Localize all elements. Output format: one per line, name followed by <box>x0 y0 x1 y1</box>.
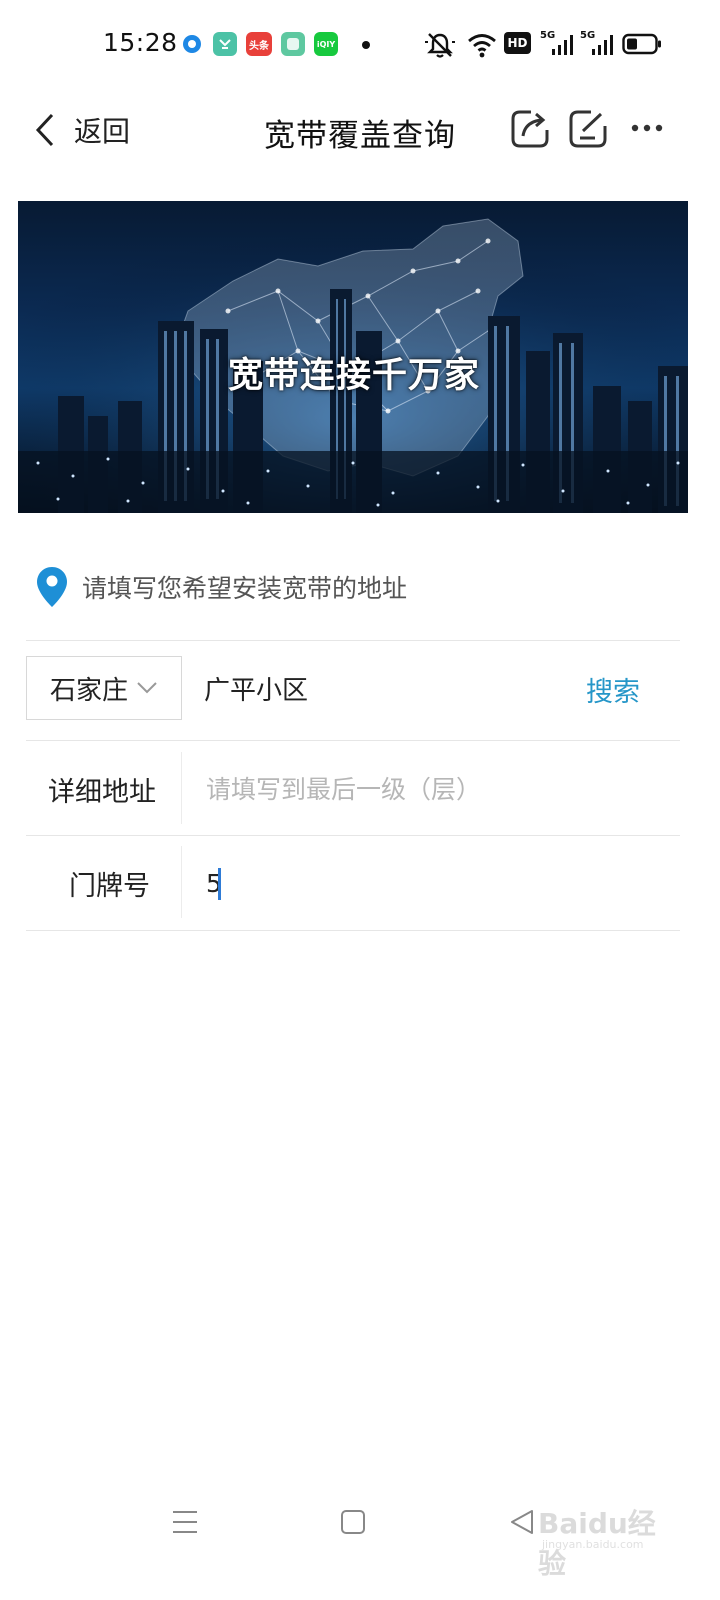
baidu-jingyan-watermark: Baidu经验 jingyan.baidu.com <box>538 1492 678 1580</box>
divider <box>26 835 680 836</box>
detail-address-label: 详细地址 <box>48 777 156 808</box>
city-label: 石家庄 <box>49 675 128 706</box>
more-icon[interactable] <box>626 106 670 150</box>
door-number-label: 门牌号 <box>69 871 150 902</box>
banner-caption: 宽带连接千万家 <box>228 356 481 396</box>
divider <box>26 740 680 741</box>
hd-icon: HD <box>504 32 531 54</box>
back-triangle-icon[interactable] <box>508 1508 536 1536</box>
home-icon[interactable] <box>339 1508 367 1536</box>
detail-address-input[interactable] <box>206 766 666 812</box>
divider <box>26 640 680 641</box>
watermark-url: jingyan.baidu.com <box>542 1538 644 1551</box>
field-separator <box>181 752 182 824</box>
mute-icon <box>425 33 455 58</box>
banner-image: 宽带连接千万家 <box>18 201 688 513</box>
edit-icon[interactable] <box>567 106 611 150</box>
field-separator <box>181 846 182 918</box>
address-hint: 请填写您希望安装宽带的地址 <box>36 565 407 609</box>
5g-signal-icon-2: 5G <box>580 30 614 58</box>
app-icon <box>281 32 305 56</box>
browser-icon <box>180 32 204 56</box>
text-cursor <box>218 868 221 900</box>
menu-icon[interactable] <box>170 1508 200 1536</box>
search-button[interactable]: 搜索 <box>586 670 640 709</box>
door-number-input[interactable] <box>206 860 666 906</box>
divider <box>26 930 680 931</box>
toutiao-icon: 头条 <box>246 32 272 56</box>
status-bar: 15:28 头条 iQIY HD 5G 5G <box>0 0 720 90</box>
status-time: 15:28 <box>103 28 178 57</box>
nav-bar: 返回 宽带覆盖查询 <box>0 90 720 170</box>
address-hint-text: 请填写您希望安装宽带的地址 <box>82 574 408 603</box>
wifi-icon <box>468 34 496 58</box>
5g-signal-icon: 5G <box>540 30 574 58</box>
location-pin-icon <box>37 567 67 607</box>
city-select[interactable]: 石家庄 <box>26 656 182 720</box>
chevron-down-icon <box>137 682 157 694</box>
more-notifications-dot <box>362 41 370 49</box>
page-title: 宽带覆盖查询 <box>264 118 456 154</box>
taobao-icon <box>213 32 237 56</box>
iqiyi-icon: iQIY <box>314 32 338 56</box>
community-search-input[interactable] <box>204 664 564 712</box>
share-icon[interactable] <box>509 106 553 150</box>
battery-icon <box>622 33 661 55</box>
